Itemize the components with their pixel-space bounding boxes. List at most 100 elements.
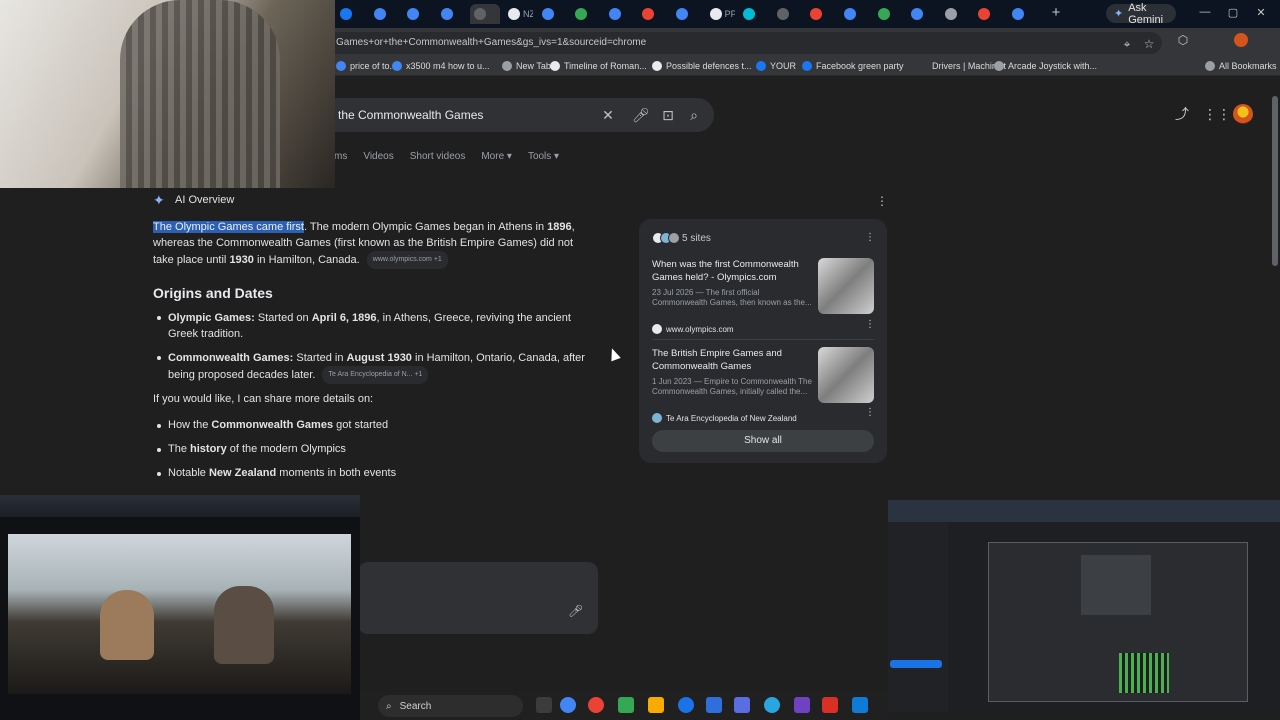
bookmark-item[interactable]: All Bookmarks <box>1205 61 1277 71</box>
source-title[interactable]: When was the first Commonwealth Games he… <box>652 258 812 284</box>
task-view-icon[interactable] <box>536 697 552 713</box>
tab-favicon-icon <box>978 8 991 20</box>
voice-search-icon[interactable]: 🎤︎ <box>632 107 650 123</box>
bookmark-item[interactable]: Arcade Joystick with... <box>994 61 1097 71</box>
browser-tab[interactable] <box>840 4 870 24</box>
video-overlay <box>0 495 360 720</box>
file-explorer-icon[interactable] <box>648 697 664 713</box>
show-all-button[interactable]: Show all <box>652 430 874 452</box>
browser-tab[interactable] <box>638 4 668 24</box>
browser-tab[interactable] <box>571 4 601 24</box>
tab-favicon-icon <box>844 8 856 20</box>
bookmark-item[interactable]: Facebook green party <box>802 61 904 71</box>
browser-tab[interactable] <box>605 4 635 24</box>
extensions-icon[interactable]: ⬡ <box>1176 33 1190 47</box>
minimize-icon[interactable]: — <box>1198 6 1212 18</box>
share-icon[interactable]: ⤴ <box>1174 106 1190 122</box>
bookmark-item[interactable]: x3500 m4 how to u... <box>392 61 490 71</box>
ai-overview-menu-icon[interactable]: ⋮ <box>876 194 888 208</box>
page-scrollbar[interactable] <box>1272 96 1278 266</box>
browser-tab[interactable] <box>672 4 702 24</box>
maximize-icon[interactable]: ▢ <box>1226 6 1240 19</box>
tab-tools[interactable]: Tools ▾ <box>528 151 559 162</box>
edge-icon[interactable] <box>678 697 694 713</box>
taskbar-search-label: Search <box>399 700 432 712</box>
app-icon[interactable] <box>588 697 604 713</box>
bookmark-star-icon[interactable]: ☆ <box>1142 37 1156 51</box>
browser-tab[interactable] <box>739 4 769 24</box>
app-icon[interactable] <box>794 697 810 713</box>
tab-images[interactable]: ms <box>334 151 347 162</box>
bookmark-item[interactable]: Drivers | Machinist <box>918 61 1006 71</box>
close-window-icon[interactable]: ✕ <box>1254 6 1268 19</box>
browser-tab[interactable] <box>874 4 904 24</box>
app-icon[interactable] <box>822 697 838 713</box>
browser-tab[interactable] <box>437 4 467 24</box>
bookmark-item[interactable]: YOUR <box>756 61 796 71</box>
profile-avatar-icon[interactable] <box>1234 33 1248 47</box>
browser-tab[interactable] <box>336 4 366 24</box>
new-tab-button[interactable]: + <box>1048 5 1064 21</box>
clear-icon[interactable]: ✕ <box>600 107 616 123</box>
apps-grid-icon[interactable]: ⋮⋮ <box>1203 106 1231 122</box>
bookmark-favicon-icon <box>550 61 560 71</box>
search-input[interactable]: the Commonwealth Games <box>338 108 483 122</box>
chrome-icon[interactable] <box>560 697 576 713</box>
location-icon[interactable]: ⌖ <box>1120 37 1134 51</box>
mouse-cursor <box>607 346 621 362</box>
search-box[interactable]: the Commonwealth Games ✕ 🎤︎ ⊡ ⌕ <box>320 98 714 132</box>
browser-tab[interactable] <box>941 4 971 24</box>
browser-tab[interactable]: NZ <box>504 4 534 24</box>
source-title[interactable]: The British Empire Games and Commonwealt… <box>652 347 812 373</box>
browser-tab[interactable] <box>806 4 836 24</box>
tab-favicon-icon <box>541 8 554 20</box>
browser-tab[interactable] <box>403 4 433 24</box>
bookmark-item[interactable]: Timeline of Roman... <box>550 61 647 71</box>
tab-videos[interactable]: Videos <box>363 151 393 162</box>
browser-tab[interactable] <box>370 4 400 24</box>
citation-chip[interactable]: www.olympics.com +1 <box>366 251 448 269</box>
driver-figure <box>100 590 154 660</box>
sources-header[interactable]: 5 sites <box>652 232 711 244</box>
browser-tab[interactable] <box>1008 4 1038 24</box>
address-bar[interactable]: Games+or+the+Commonwealth+Games&gs_ivs=1… <box>320 32 1162 54</box>
store-icon[interactable] <box>706 697 722 713</box>
tab-short-videos[interactable]: Short videos <box>410 151 466 162</box>
tab-favicon-icon <box>440 8 453 20</box>
source-menu-icon[interactable]: ⋮ <box>865 319 875 330</box>
search-icon: ⌕ <box>386 700 392 712</box>
sources-menu-icon[interactable]: ⋮ <box>865 232 875 243</box>
search-icon[interactable]: ⌕ <box>686 107 702 123</box>
app-icon[interactable] <box>618 697 634 713</box>
microphone-icon[interactable]: 🎤︎ <box>568 604 583 618</box>
browser-tab[interactable] <box>974 4 1004 24</box>
source-thumbnail[interactable] <box>818 258 874 314</box>
browser-tab[interactable] <box>907 4 937 24</box>
browser-tab[interactable]: PPF <box>706 4 736 24</box>
source-card[interactable]: When was the first Commonwealth Games he… <box>652 258 874 334</box>
browser-tab[interactable] <box>773 4 803 24</box>
source-thumbnail[interactable] <box>818 347 874 403</box>
browser-tab[interactable] <box>470 4 501 24</box>
paragraph-text: in Hamilton, Canada. <box>253 253 360 266</box>
browser-tab[interactable] <box>538 4 568 24</box>
citation-chip[interactable]: Te Ara Encyclopedia of N... +1 <box>322 366 429 384</box>
capture-audio-meters <box>1119 653 1169 693</box>
app-icon[interactable] <box>852 697 868 713</box>
source-card[interactable]: The British Empire Games and Commonwealt… <box>652 347 874 423</box>
app-icon[interactable] <box>734 697 750 713</box>
tab-favicon-icon <box>776 8 789 20</box>
bookmark-item[interactable]: price of to... <box>336 61 397 71</box>
follow-up-input[interactable] <box>358 562 598 634</box>
tab-more[interactable]: More ▾ <box>481 151 512 162</box>
bookmark-item[interactable]: Possible defences t... <box>652 61 752 71</box>
account-avatar[interactable] <box>1233 104 1253 124</box>
telegram-icon[interactable] <box>764 697 780 713</box>
ask-gemini-button[interactable]: ✦ Ask Gemini <box>1106 2 1176 26</box>
ai-overview-title: AI Overview <box>175 194 235 206</box>
car-video <box>8 534 351 694</box>
taskbar-search[interactable]: ⌕ Search <box>378 695 523 717</box>
bookmark-item[interactable]: New Tab <box>502 61 551 71</box>
lens-icon[interactable]: ⊡ <box>660 107 676 123</box>
source-menu-icon[interactable]: ⋮ <box>865 407 875 418</box>
